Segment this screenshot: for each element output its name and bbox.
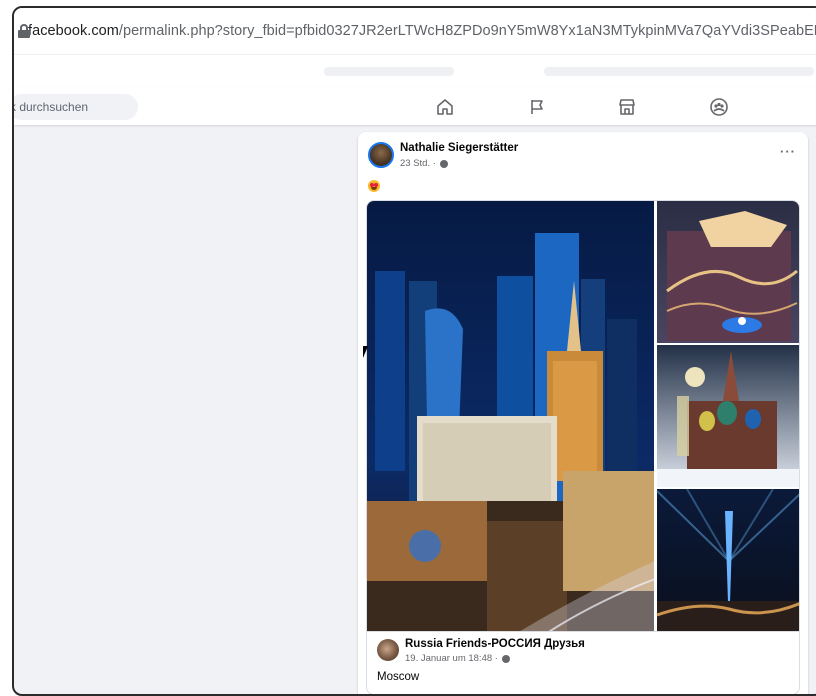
shared-post-caption: Moscow	[377, 671, 420, 683]
marketplace-icon[interactable]	[616, 96, 638, 118]
heart-eyes-emoji-icon	[368, 180, 380, 192]
url-host: facebook.com	[28, 23, 119, 39]
author-avatar[interactable]	[368, 142, 394, 168]
post-time[interactable]: 23 Std. ·	[400, 158, 436, 169]
shared-author-name[interactable]: Russia Friends-РОССИЯ Друзья	[405, 638, 585, 650]
faded-toolbar	[14, 54, 816, 88]
post-meta: 23 Std. ·	[400, 158, 448, 169]
more-options-button[interactable]: ···	[780, 144, 796, 159]
faded-toolbar-item	[324, 67, 454, 76]
moscow-city-photo[interactable]	[367, 201, 656, 632]
shared-post-meta: 19. Januar um 18:48 ·	[405, 653, 510, 664]
shared-post-time[interactable]: 19. Januar um 18:48 ·	[405, 653, 498, 664]
faded-toolbar-item	[544, 67, 814, 76]
ostankino-tower-photo[interactable]	[656, 488, 800, 632]
post-card: Nathalie Siegerstätter 23 Std. · ··· Rus…	[358, 132, 808, 694]
flag-icon[interactable]	[526, 96, 548, 118]
mouse-cursor-icon	[363, 346, 368, 358]
url-path: /permalink.php?story_fbid=pfbid0327JR2er…	[118, 23, 816, 39]
search-input[interactable]: k durchsuchen	[14, 94, 138, 120]
post-author-name[interactable]: Nathalie Siegerstätter	[400, 142, 518, 154]
shared-post-footer[interactable]: Russia Friends-РОССИЯ Друзья 19. Januar …	[366, 631, 800, 694]
st-basils-cathedral-photo[interactable]	[657, 345, 800, 487]
home-icon[interactable]	[434, 96, 456, 118]
browser-window: facebook.com/permalink.php?story_fbid=pf…	[12, 6, 816, 696]
christmas-market-photo[interactable]	[657, 201, 800, 343]
shared-author-avatar[interactable]	[377, 639, 399, 661]
address-bar[interactable]: facebook.com/permalink.php?story_fbid=pf…	[14, 8, 816, 54]
globe-icon	[501, 654, 510, 663]
facebook-top-nav: k durchsuchen	[14, 88, 816, 125]
url-text[interactable]: facebook.com/permalink.php?story_fbid=pf…	[28, 23, 816, 39]
photo-gallery	[366, 200, 800, 632]
globe-icon	[439, 159, 448, 168]
groups-icon[interactable]	[708, 96, 730, 118]
